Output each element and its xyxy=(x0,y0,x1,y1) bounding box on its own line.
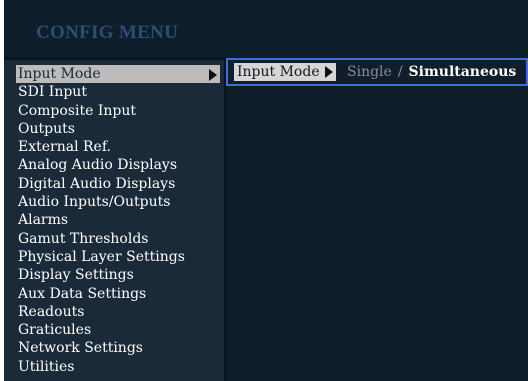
menu-item-label: Analog Audio Displays xyxy=(18,157,178,174)
menu-item-label: Digital Audio Displays xyxy=(18,175,176,192)
menu-item-label: Gamut Thresholds xyxy=(18,230,149,247)
menu-item-gamut-thresholds[interactable]: Gamut Thresholds xyxy=(16,230,220,248)
menu-item-physical-layer-settings[interactable]: Physical Layer Settings xyxy=(16,248,220,266)
page-title: CONFIG MENU xyxy=(36,22,179,43)
option-single[interactable]: Single xyxy=(347,64,392,80)
menu-item-label: Aux Data Settings xyxy=(18,285,147,302)
menu-item-label: Display Settings xyxy=(18,267,134,284)
menu-item-digital-audio-displays[interactable]: Digital Audio Displays xyxy=(16,175,220,193)
menu-item-label: Composite Input xyxy=(18,102,136,119)
menu-item-graticules[interactable]: Graticules xyxy=(16,321,220,339)
menu-item-label: Alarms xyxy=(18,212,69,229)
menu-item-sdi-input[interactable]: SDI Input xyxy=(16,83,220,101)
menu-item-aux-data-settings[interactable]: Aux Data Settings xyxy=(16,285,220,303)
menu-item-label: Graticules xyxy=(18,322,92,339)
menu-item-network-settings[interactable]: Network Settings xyxy=(16,339,220,357)
option-separator: / xyxy=(397,64,403,80)
menu-item-label: Audio Inputs/Outputs xyxy=(18,194,171,211)
menu-item-outputs[interactable]: Outputs xyxy=(16,120,220,138)
menu-item-label: Input Mode xyxy=(18,66,101,82)
menu-item-label: SDI Input xyxy=(18,84,87,101)
menu-item-external-ref[interactable]: External Ref. xyxy=(16,138,220,156)
menu-item-label: Network Settings xyxy=(18,340,143,357)
input-mode-options: Single / Simultaneous xyxy=(347,63,516,81)
menu-item-label: External Ref. xyxy=(18,139,111,156)
input-mode-submenu: Input Mode Single / Simultaneous xyxy=(226,58,528,86)
menu-item-label: Physical Layer Settings xyxy=(18,248,185,265)
menu-item-alarms[interactable]: Alarms xyxy=(16,211,220,229)
menu-item-display-settings[interactable]: Display Settings xyxy=(16,266,220,284)
submenu-arrow-icon xyxy=(209,69,217,81)
menu-item-label: Utilities xyxy=(18,358,75,375)
option-simultaneous[interactable]: Simultaneous xyxy=(409,64,517,80)
menu-item-label: Outputs xyxy=(18,120,75,137)
menu-item-analog-audio-displays[interactable]: Analog Audio Displays xyxy=(16,156,220,174)
submenu-pane xyxy=(226,57,528,381)
menu-item-input-mode[interactable]: Input Mode xyxy=(16,65,220,84)
submenu-arrow-icon xyxy=(324,66,333,78)
submenu-label-text: Input Mode xyxy=(237,64,320,80)
menu-item-readouts[interactable]: Readouts xyxy=(16,303,220,321)
menu-item-audio-inputs-outputs[interactable]: Audio Inputs/Outputs xyxy=(16,193,220,211)
menu-item-label: Readouts xyxy=(18,303,85,320)
submenu-label-input-mode[interactable]: Input Mode xyxy=(234,63,336,81)
menu-item-composite-input[interactable]: Composite Input xyxy=(16,102,220,120)
config-menu-list: Input Mode SDI Input Composite Input Out… xyxy=(4,57,226,381)
menu-item-utilities[interactable]: Utilities xyxy=(16,358,220,376)
